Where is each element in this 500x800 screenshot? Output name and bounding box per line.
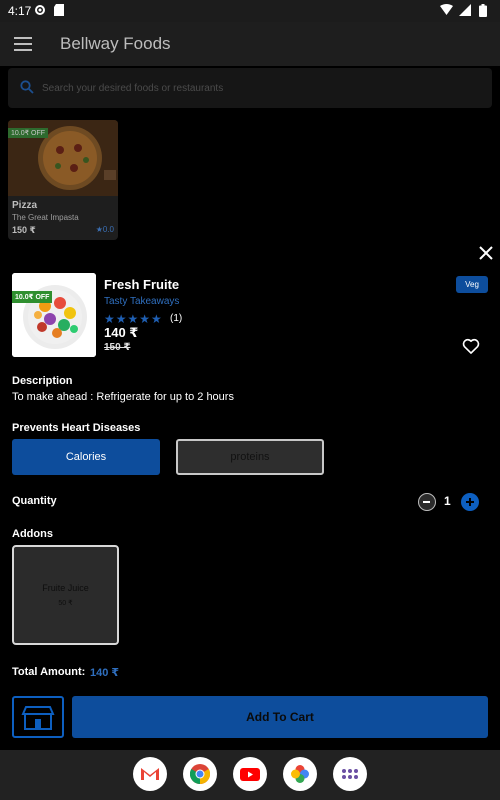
chrome-icon bbox=[190, 764, 210, 784]
search-input[interactable] bbox=[42, 79, 462, 97]
search-icon bbox=[20, 80, 34, 99]
gmail-app[interactable] bbox=[133, 757, 167, 791]
store-icon bbox=[21, 706, 55, 730]
heart-icon bbox=[462, 338, 480, 354]
offer-badge: 10.0₹ OFF bbox=[8, 128, 49, 138]
menu-icon[interactable] bbox=[14, 37, 32, 51]
product-image bbox=[12, 273, 96, 357]
product-old-price: 150 ₹ bbox=[104, 342, 131, 353]
close-button[interactable] bbox=[476, 243, 496, 263]
product-card-shop: The Great Impasta bbox=[12, 213, 79, 222]
veg-badge: Veg bbox=[456, 276, 488, 293]
chrome-app[interactable] bbox=[183, 757, 217, 791]
wifi-icon bbox=[440, 4, 453, 19]
gmail-icon bbox=[141, 768, 159, 780]
product-card-rating-value: 0.0 bbox=[102, 225, 114, 234]
description-text: To make ahead : Refrigerate for up to 2 … bbox=[12, 391, 234, 403]
product-card-rating: ★0.0 bbox=[96, 225, 114, 234]
close-icon bbox=[479, 246, 493, 260]
app-drawer[interactable] bbox=[333, 757, 367, 791]
signal-icon bbox=[459, 4, 471, 19]
product-price: 140 ₹ bbox=[104, 325, 139, 340]
addon-name: Fruite Juice bbox=[42, 583, 89, 593]
chip-proteins[interactable]: proteins bbox=[176, 439, 324, 475]
restaurant-link[interactable]: Tasty Takeaways bbox=[104, 296, 179, 307]
sd-card-status-icon bbox=[54, 4, 64, 19]
addons-label: Addons bbox=[12, 528, 53, 540]
offer-badge: 10.0₹ OFF bbox=[12, 291, 53, 303]
quantity-decrease-button[interactable] bbox=[418, 493, 436, 511]
search-bar[interactable] bbox=[8, 68, 492, 108]
product-name: Fresh Fruite bbox=[104, 277, 180, 292]
status-bar: 4:17 bbox=[0, 0, 500, 22]
youtube-app[interactable] bbox=[233, 757, 267, 791]
total-value: 140 ₹ bbox=[90, 667, 120, 679]
app-drawer-icon bbox=[342, 769, 358, 779]
settings-status-icon bbox=[34, 4, 46, 19]
photos-icon bbox=[291, 765, 309, 783]
quantity-increase-button[interactable] bbox=[461, 493, 479, 511]
star-icon: ★ bbox=[95, 225, 103, 234]
app-title: Bellway Foods bbox=[60, 34, 171, 53]
photos-app[interactable] bbox=[283, 757, 317, 791]
store-button[interactable] bbox=[12, 696, 64, 738]
addon-card[interactable]: Fruite Juice 50 ₹ bbox=[12, 545, 119, 645]
quantity-label: Quantity bbox=[12, 495, 57, 507]
status-time: 4:17 bbox=[8, 4, 32, 18]
chip-calories[interactable]: Calories bbox=[12, 439, 160, 475]
add-to-cart-button[interactable]: Add To Cart bbox=[72, 696, 488, 738]
product-card-name: Pizza bbox=[12, 200, 38, 211]
review-count: (1) bbox=[170, 313, 183, 324]
product-card-price: 150 ₹ bbox=[12, 225, 36, 235]
youtube-icon bbox=[240, 768, 260, 781]
total-label: Total Amount: bbox=[12, 666, 86, 678]
app-bar: Bellway Foods bbox=[0, 22, 500, 66]
benefit-label: Prevents Heart Diseases bbox=[12, 422, 141, 434]
favorite-button[interactable] bbox=[461, 336, 481, 356]
addon-price: 50 ₹ bbox=[58, 600, 73, 607]
rating-stars: ★★★★★ bbox=[104, 312, 163, 326]
battery-icon bbox=[479, 4, 487, 20]
description-label: Description bbox=[12, 375, 73, 387]
quantity-value: 1 bbox=[444, 494, 451, 508]
product-card-pizza[interactable]: 10.0₹ OFF Pizza The Great Impasta 150 ₹ … bbox=[8, 120, 118, 240]
